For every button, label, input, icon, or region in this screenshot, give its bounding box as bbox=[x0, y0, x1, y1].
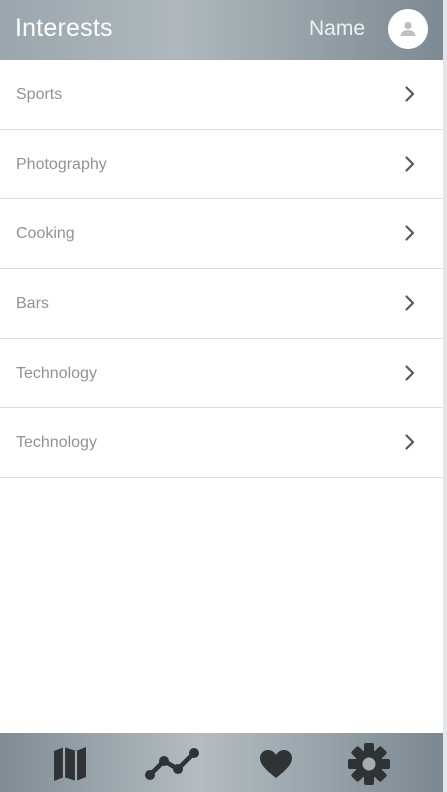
list-item-technology[interactable]: Technology bbox=[0, 338, 443, 409]
list-item-cooking[interactable]: Cooking bbox=[0, 199, 443, 270]
list-item-sports[interactable]: Sports bbox=[0, 60, 443, 130]
page-title: Interests bbox=[15, 14, 113, 42]
list-item-label: Bars bbox=[16, 295, 49, 313]
user-name-link[interactable]: Name bbox=[309, 17, 365, 41]
chevron-right-icon bbox=[405, 156, 415, 172]
map-icon[interactable] bbox=[52, 745, 88, 783]
app-header: Interests Name bbox=[0, 0, 443, 60]
chevron-right-icon bbox=[405, 434, 415, 451]
chevron-right-icon bbox=[405, 365, 415, 381]
list-item-label: Technology bbox=[16, 364, 97, 382]
chevron-right-icon bbox=[405, 86, 415, 102]
bottom-nav-bar bbox=[0, 733, 443, 792]
trend-line-icon[interactable] bbox=[144, 745, 200, 783]
list-item-bars[interactable]: Bars bbox=[0, 269, 443, 339]
avatar[interactable] bbox=[388, 9, 428, 49]
chevron-right-icon bbox=[405, 295, 415, 311]
gear-icon[interactable] bbox=[347, 742, 391, 786]
chevron-right-icon bbox=[405, 225, 415, 241]
list-item-technology-2[interactable]: Technology bbox=[0, 408, 443, 479]
list-item-label: Technology bbox=[16, 434, 97, 452]
screen-edge bbox=[443, 0, 447, 792]
list-item-label: Cooking bbox=[16, 225, 75, 243]
list-item-photography[interactable]: Photography bbox=[0, 129, 443, 200]
list-item-label: Photography bbox=[16, 155, 107, 173]
user-avatar-icon bbox=[400, 21, 416, 36]
interests-list: Sports Photography Cooking Bars Technolo… bbox=[0, 60, 443, 479]
heart-icon[interactable] bbox=[259, 749, 293, 779]
list-item-label: Sports bbox=[16, 86, 63, 103]
interests-screen: Interests Name Sports Photography Cookin… bbox=[0, 0, 447, 792]
